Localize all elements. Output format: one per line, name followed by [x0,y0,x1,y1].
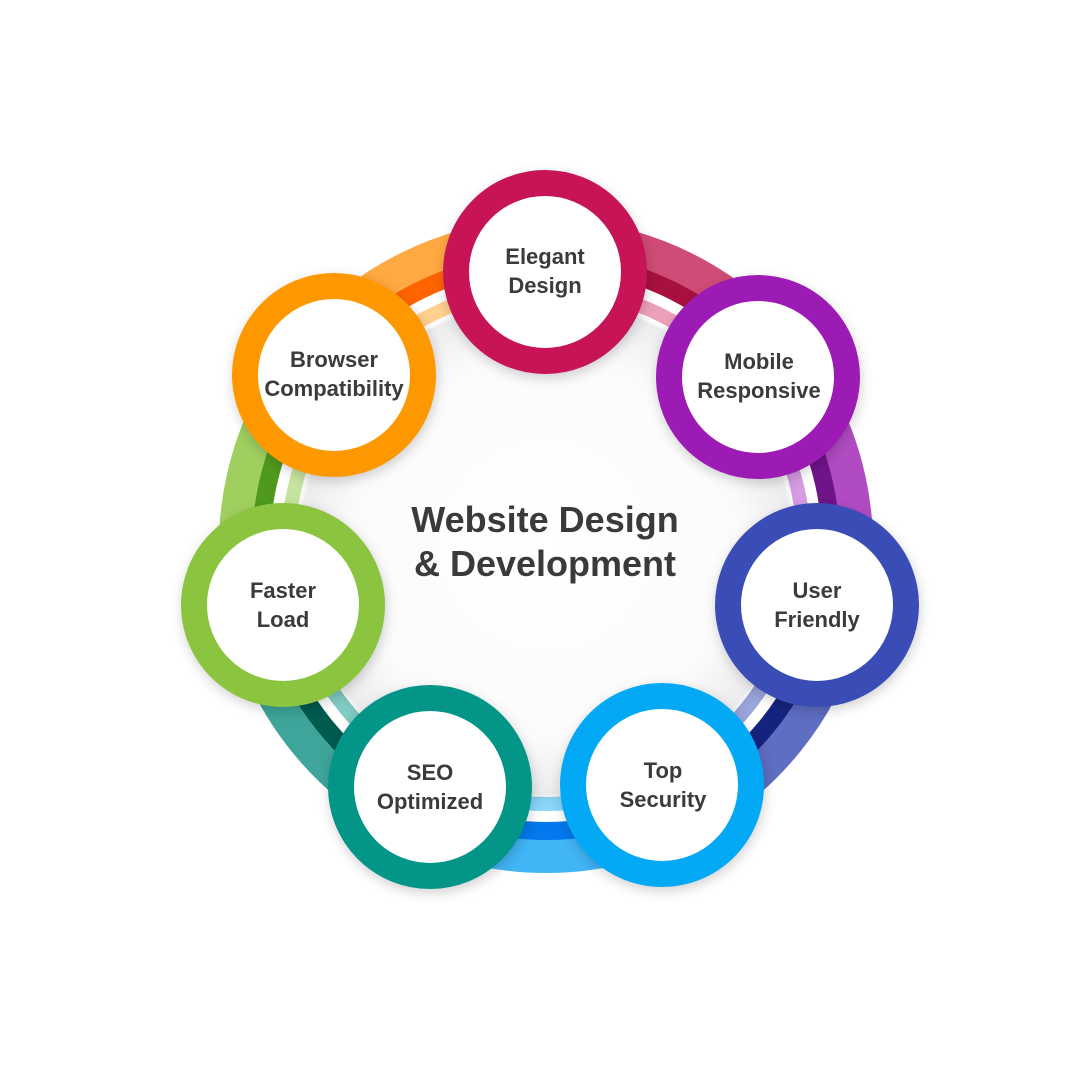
node-label-browser-compatibility: Browser Compatibility [244,345,424,403]
node-label-line-1: User [792,578,842,603]
node-label-line-2: Compatibility [264,376,404,401]
node-label-line-2: Responsive [697,378,821,403]
node-label-line-2: Optimized [376,789,484,814]
center-title-line-1: Website Design [411,499,679,540]
node-label-line-1: Faster [249,578,317,603]
diagram-canvas: Website Design & Development Elegant Des… [0,0,1080,1080]
node-label-line-1: Browser [289,347,379,372]
node-label-mobile-responsive: Mobile Responsive [669,347,849,405]
node-label-top-security: Top Security [573,756,753,814]
node-label-line-1: Top [643,758,683,783]
node-label-line-2: Design [508,273,582,298]
node-label-line-2: Friendly [774,607,860,632]
center-title: Website Design & Development [340,498,750,586]
node-label-user-friendly: User Friendly [727,576,907,634]
node-label-elegant-design: Elegant Design [455,242,635,300]
node-label-faster-load: Faster Load [193,576,373,634]
node-label-line-2: Security [619,787,707,812]
node-label-line-1: SEO [406,760,454,785]
node-label-line-2: Load [256,607,310,632]
node-label-line-1: Elegant [505,244,585,269]
node-label-line-1: Mobile [724,349,794,374]
node-label-seo-optimized: SEO Optimized [340,758,520,816]
center-title-line-2: & Development [413,543,677,584]
